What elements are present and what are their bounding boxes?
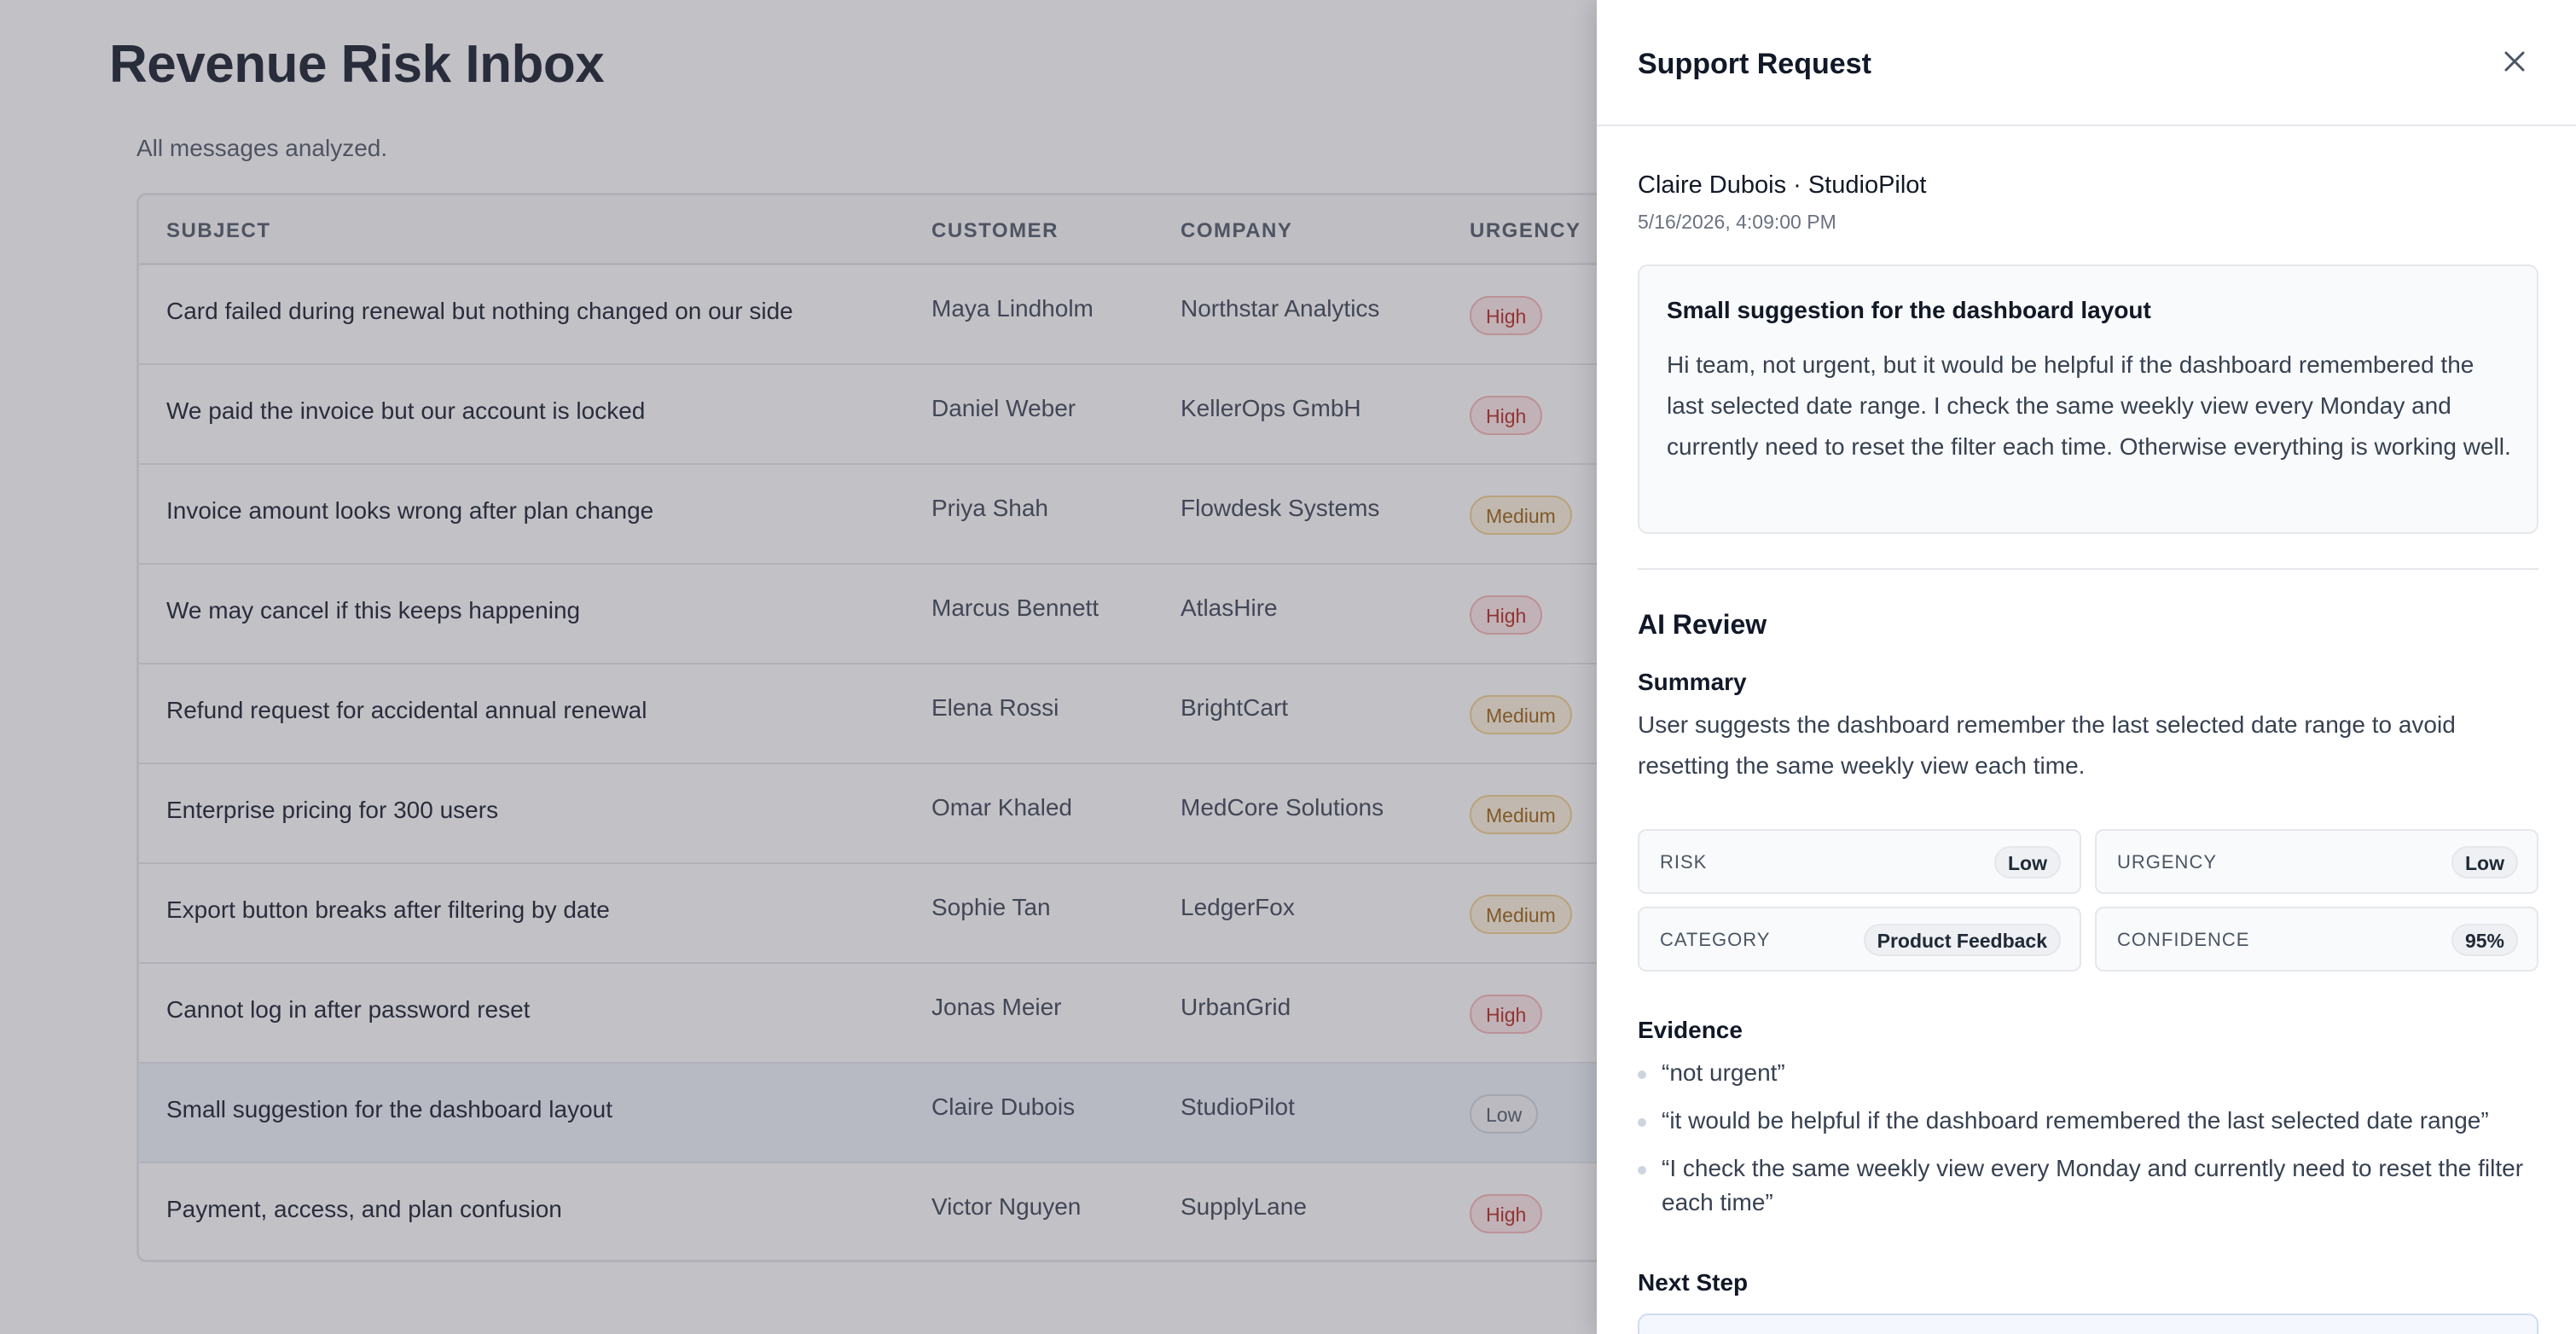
message-card: Small suggestion for the dashboard layou… (1638, 264, 2538, 534)
section-divider (1638, 568, 2538, 570)
category-value-badge: Product Feedback (1863, 924, 2061, 956)
close-icon (2504, 51, 2525, 72)
metric-confidence: CONFIDENCE 95% (2095, 907, 2538, 972)
metric-label: RISK (1660, 851, 1708, 873)
message-body: Hi team, not urgent, but it would be hel… (1667, 351, 2511, 460)
risk-value-badge: Low (1994, 846, 2061, 879)
metric-risk: RISK Low (1638, 829, 2081, 894)
metric-urgency: URGENCY Low (2095, 829, 2538, 894)
next-step-heading: Next Step (1638, 1269, 1749, 1296)
evidence-item: “not urgent” (1638, 1056, 2538, 1090)
drawer-title: Support Request (1638, 48, 1871, 80)
evidence-item: “it would be helpful if the dashboard re… (1638, 1104, 2538, 1138)
drawer-header: Support Request (1597, 0, 2576, 126)
confidence-value-badge: 95% (2451, 924, 2518, 956)
next-step-box (1638, 1314, 2538, 1334)
support-request-drawer: Support Request Claire Dubois · StudioPi… (1597, 0, 2576, 1334)
metric-label: CATEGORY (1660, 929, 1771, 950)
evidence-item: “I check the same weekly view every Mond… (1638, 1151, 2538, 1220)
message-subject: Small suggestion for the dashboard layou… (1667, 297, 2151, 323)
evidence-text: “not urgent” (1662, 1059, 1785, 1086)
sender-info: Claire Dubois · StudioPilot (1638, 171, 1927, 199)
evidence-heading: Evidence (1638, 1017, 1743, 1043)
bullet-icon (1638, 1070, 1646, 1079)
metric-label: URGENCY (2117, 851, 2218, 873)
summary-heading: Summary (1638, 669, 1747, 695)
summary-text: User suggests the dashboard remember the… (1638, 711, 2456, 779)
metric-category: CATEGORY Product Feedback (1638, 907, 2081, 972)
close-button[interactable] (2496, 43, 2533, 80)
urgency-value-badge: Low (2451, 846, 2518, 879)
message-timestamp: 5/16/2026, 4:09:00 PM (1638, 211, 1836, 233)
metric-label: CONFIDENCE (2117, 929, 2250, 950)
ai-review-heading: AI Review (1638, 609, 1767, 640)
bullet-icon (1638, 1118, 1646, 1127)
evidence-list: “not urgent” “it would be helpful if the… (1638, 1056, 2538, 1233)
evidence-text: “I check the same weekly view every Mond… (1662, 1155, 2524, 1215)
bullet-icon (1638, 1166, 1646, 1174)
evidence-text: “it would be helpful if the dashboard re… (1662, 1107, 2489, 1134)
